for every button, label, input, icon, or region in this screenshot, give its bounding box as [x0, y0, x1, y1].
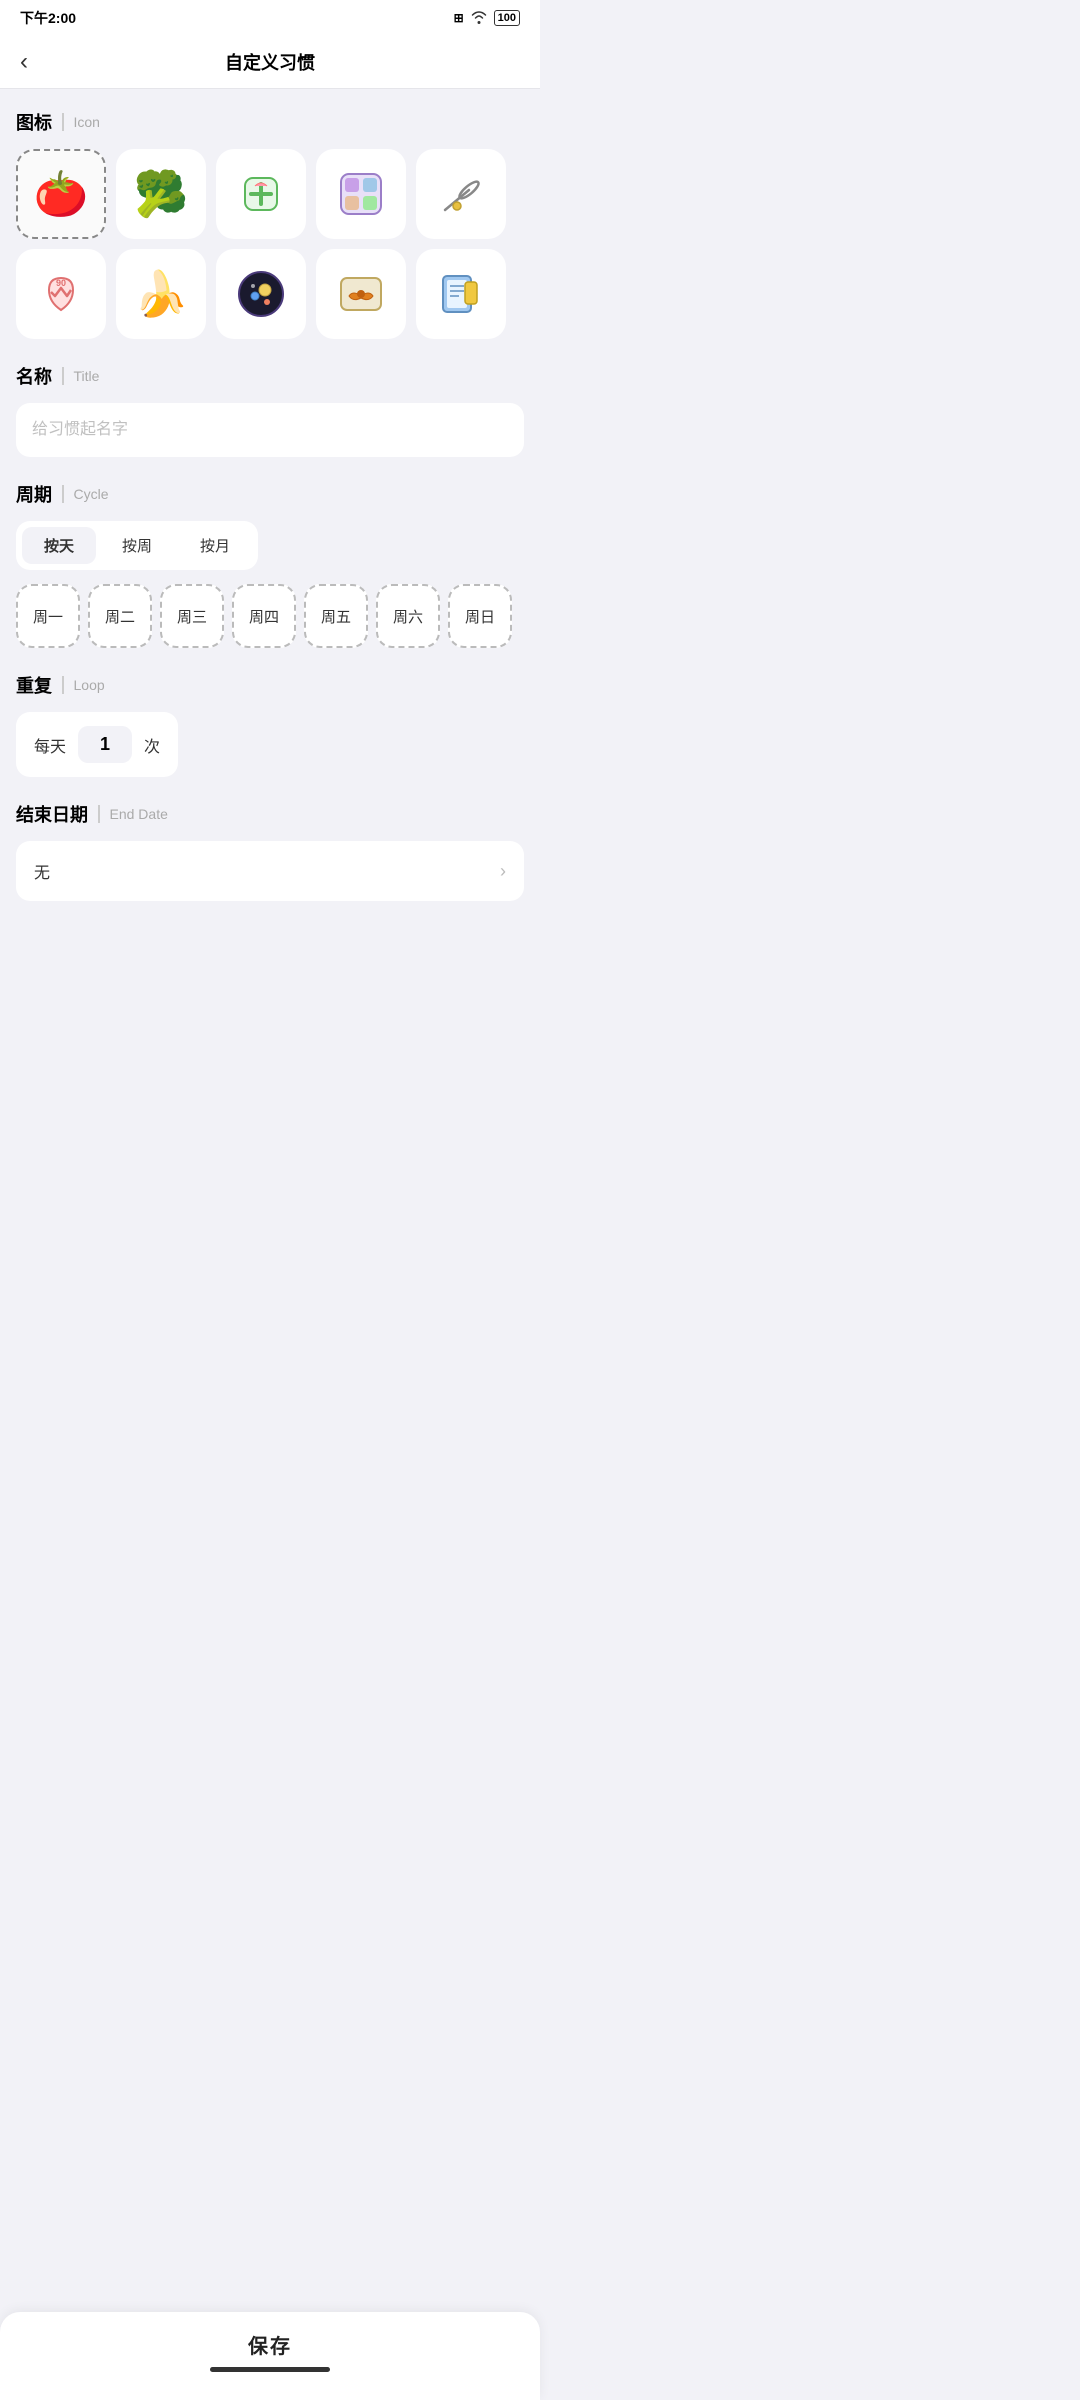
icon-cell-3[interactable] [316, 149, 406, 239]
icon-label-en: Icon [74, 114, 100, 130]
end-date-row[interactable]: 无 › [16, 841, 524, 901]
icon-divider [62, 113, 64, 131]
status-time: 下午2:00 [20, 8, 76, 28]
icon-cell-9[interactable] [416, 249, 506, 339]
wifi-icon [470, 10, 488, 27]
cycle-label-cn: 周期 [16, 481, 52, 507]
icon-cell-6[interactable]: 🍌 [116, 249, 206, 339]
title-section: 名称 Title [16, 363, 524, 457]
day-btn-tue[interactable]: 周二 [88, 584, 152, 648]
loop-section-header: 重复 Loop [16, 672, 524, 698]
cycle-divider [62, 485, 64, 503]
loop-section: 重复 Loop 每天 1 次 [16, 672, 524, 777]
icon-grid: 🍅 🥦 [16, 149, 524, 339]
icon-cell-4[interactable] [416, 149, 506, 239]
icon-label-cn: 图标 [16, 109, 52, 135]
day-btn-fri[interactable]: 周五 [304, 584, 368, 648]
status-bar: 下午2:00 ⊞ 100 [0, 0, 540, 36]
day-btn-wed[interactable]: 周三 [160, 584, 224, 648]
icon-cell-5[interactable]: 90 [16, 249, 106, 339]
loop-label-cn: 重复 [16, 672, 52, 698]
cycle-tab-weekly[interactable]: 按周 [100, 527, 174, 564]
screenshot-icon: ⊞ [454, 11, 464, 25]
icon-cell-1[interactable]: 🥦 [116, 149, 206, 239]
battery-indicator: 100 [494, 10, 520, 26]
end-date-value: 无 [34, 859, 50, 883]
cycle-section-header: 周期 Cycle [16, 481, 524, 507]
title-divider [62, 367, 64, 385]
loop-count-input[interactable]: 1 [78, 726, 132, 763]
icon-cell-0[interactable]: 🍅 [16, 149, 106, 239]
back-button[interactable]: ‹ [20, 48, 28, 76]
cycle-tab-monthly[interactable]: 按月 [178, 527, 252, 564]
icon-section: 图标 Icon 🍅 🥦 [16, 109, 524, 339]
chevron-right-icon: › [500, 861, 506, 882]
nav-bar: ‹ 自定义习惯 [0, 36, 540, 89]
title-section-header: 名称 Title [16, 363, 524, 389]
title-label-en: Title [74, 368, 100, 384]
day-btn-sun[interactable]: 周日 [448, 584, 512, 648]
svg-text:90: 90 [56, 278, 66, 288]
end-date-section: 结束日期 End Date 无 › [16, 801, 524, 901]
end-date-label-cn: 结束日期 [16, 801, 88, 827]
loop-divider [62, 676, 64, 694]
cycle-tabs: 按天 按周 按月 [16, 521, 258, 570]
day-btn-thu[interactable]: 周四 [232, 584, 296, 648]
end-date-section-header: 结束日期 End Date [16, 801, 524, 827]
habit-title-input[interactable] [16, 403, 524, 457]
icon-cell-7[interactable] [216, 249, 306, 339]
icon-cell-8[interactable] [316, 249, 406, 339]
cycle-label-en: Cycle [74, 486, 109, 502]
title-label-cn: 名称 [16, 363, 52, 389]
loop-prefix: 每天 [34, 733, 66, 757]
cycle-tab-daily[interactable]: 按天 [22, 527, 96, 564]
save-button[interactable]: 保存 [20, 2330, 520, 2359]
main-content: 图标 Icon 🍅 🥦 [0, 89, 540, 1045]
loop-row: 每天 1 次 [16, 712, 178, 777]
icon-cell-2[interactable] [216, 149, 306, 239]
day-buttons: 周一 周二 周三 周四 周五 周六 周日 [16, 584, 524, 648]
end-date-label-en: End Date [110, 806, 168, 822]
save-bar: 保存 [0, 2312, 540, 2400]
cycle-section: 周期 Cycle 按天 按周 按月 周一 周二 周三 周四 周五 周六 周日 [16, 481, 524, 648]
day-btn-mon[interactable]: 周一 [16, 584, 80, 648]
icon-section-header: 图标 Icon [16, 109, 524, 135]
loop-label-en: Loop [74, 677, 105, 693]
end-date-divider [98, 805, 100, 823]
page-title: 自定义习惯 [0, 49, 540, 75]
status-icons: ⊞ 100 [454, 10, 520, 27]
day-btn-sat[interactable]: 周六 [376, 584, 440, 648]
home-indicator [210, 2367, 330, 2372]
loop-suffix: 次 [144, 733, 160, 757]
